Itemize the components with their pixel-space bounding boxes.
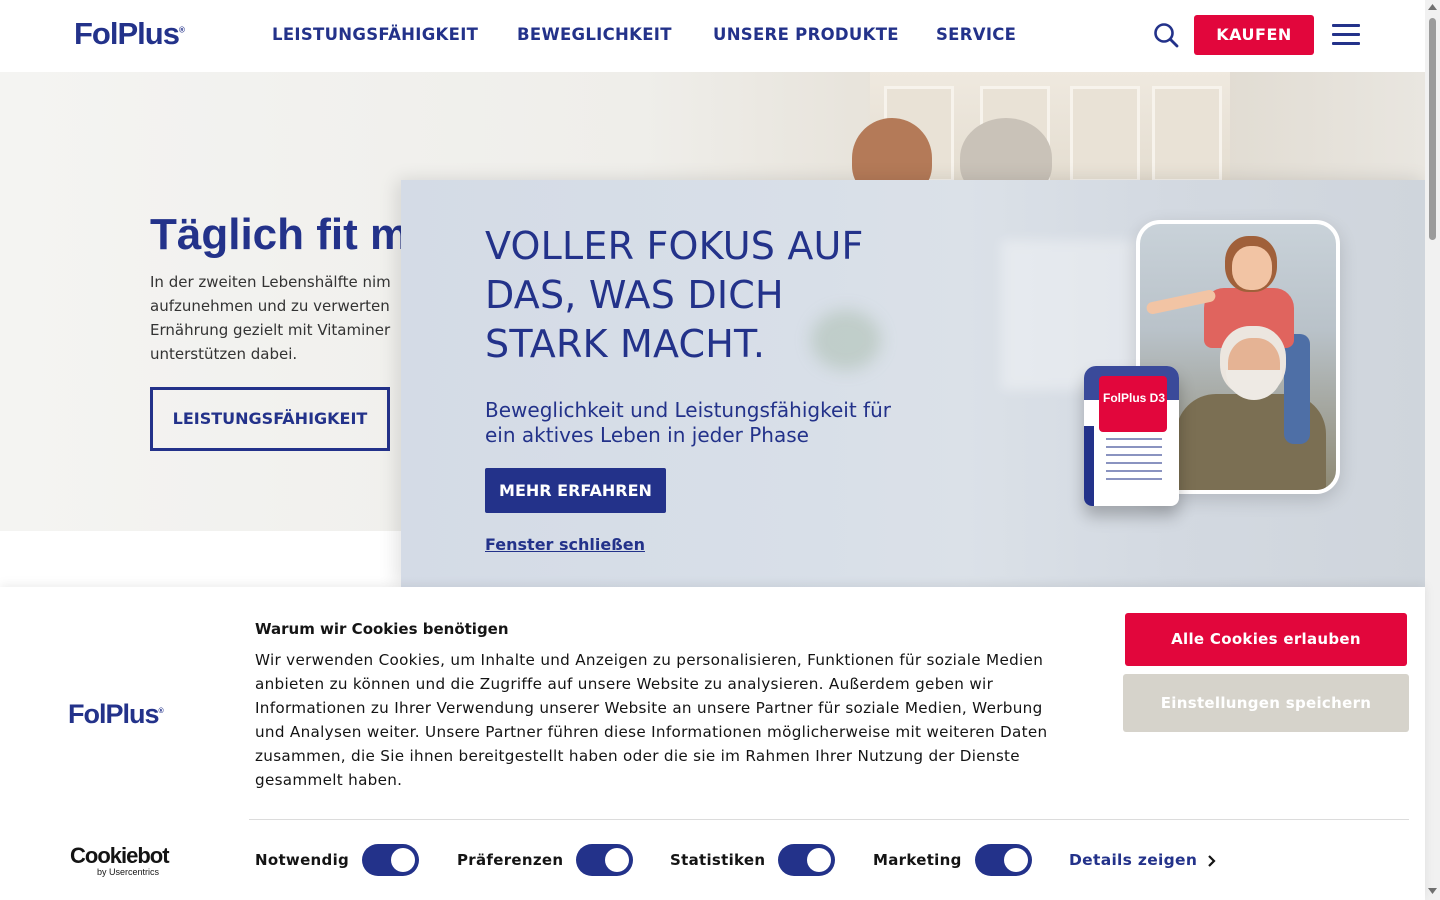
toggle-label-marketing: Marketing	[873, 851, 962, 869]
toggle-label-notwendig: Notwendig	[255, 851, 350, 869]
cookie-banner-title: Warum wir Cookies benötigen	[255, 620, 509, 638]
allow-all-cookies-button[interactable]: Alle Cookies erlauben	[1125, 613, 1407, 666]
promo-modal: VOLLER FOKUS AUF DAS, WAS DICH STARK MAC…	[401, 180, 1425, 587]
toggle-notwendig[interactable]	[362, 844, 419, 876]
scroll-down-arrow-icon[interactable]	[1428, 888, 1437, 894]
site-header: FolPlus® LEISTUNGSFÄHIGKEIT BEWEGLICHKEI…	[0, 0, 1425, 72]
cookie-banner-divider	[249, 819, 1409, 820]
scrollbar-thumb[interactable]	[1429, 18, 1436, 240]
folplus-logo[interactable]: FolPlus®	[74, 16, 185, 52]
show-details-link[interactable]: Details zeigen	[1069, 851, 1197, 869]
nav-unsere-produkte[interactable]: UNSERE PRODUKTE	[713, 25, 899, 44]
toggle-marketing[interactable]	[975, 844, 1032, 876]
cookie-banner-text: Wir verwenden Cookies, um Inhalte und An…	[255, 651, 1048, 789]
save-settings-button[interactable]: Einstellungen speichern	[1123, 674, 1409, 732]
hero-title: Täglich fit m	[150, 210, 410, 259]
hamburger-menu-icon[interactable]	[1332, 24, 1360, 46]
nav-service[interactable]: SERVICE	[936, 25, 1016, 44]
nav-leistungsfaehigkeit[interactable]: LEISTUNGSFÄHIGKEIT	[272, 25, 478, 44]
product-package-image: FolPlus D3	[1084, 366, 1179, 506]
toggle-statistiken[interactable]	[778, 844, 835, 876]
buy-button[interactable]: KAUFEN	[1194, 15, 1314, 55]
toggle-label-praeferenzen: Präferenzen	[457, 851, 564, 869]
cookiebot-logo[interactable]: Cookiebot by Usercentrics	[70, 845, 170, 878]
mehr-erfahren-button[interactable]: MEHR ERFAHREN	[485, 468, 666, 513]
toggle-label-statistiken: Statistiken	[670, 851, 766, 869]
toggle-praeferenzen[interactable]	[576, 844, 633, 876]
cookie-consent-banner: FolPlus® Warum wir Cookies benötigen Wir…	[0, 587, 1425, 900]
hero-leistungsfaehigkeit-button[interactable]: LEISTUNGSFÄHIGKEIT	[150, 387, 390, 451]
modal-title: VOLLER FOKUS AUF DAS, WAS DICH STARK MAC…	[485, 224, 864, 366]
scroll-up-arrow-icon[interactable]	[1428, 4, 1437, 10]
modal-subtitle: Beweglichkeit und Leistungsfähigkeit für…	[485, 398, 891, 447]
chevron-right-icon[interactable]	[1206, 854, 1218, 868]
cookie-banner-logo: FolPlus®	[68, 699, 164, 729]
search-icon[interactable]	[1153, 22, 1179, 48]
close-window-link[interactable]: Fenster schließen	[485, 535, 645, 554]
nav-beweglichkeit[interactable]: BEWEGLICHKEIT	[517, 25, 672, 44]
